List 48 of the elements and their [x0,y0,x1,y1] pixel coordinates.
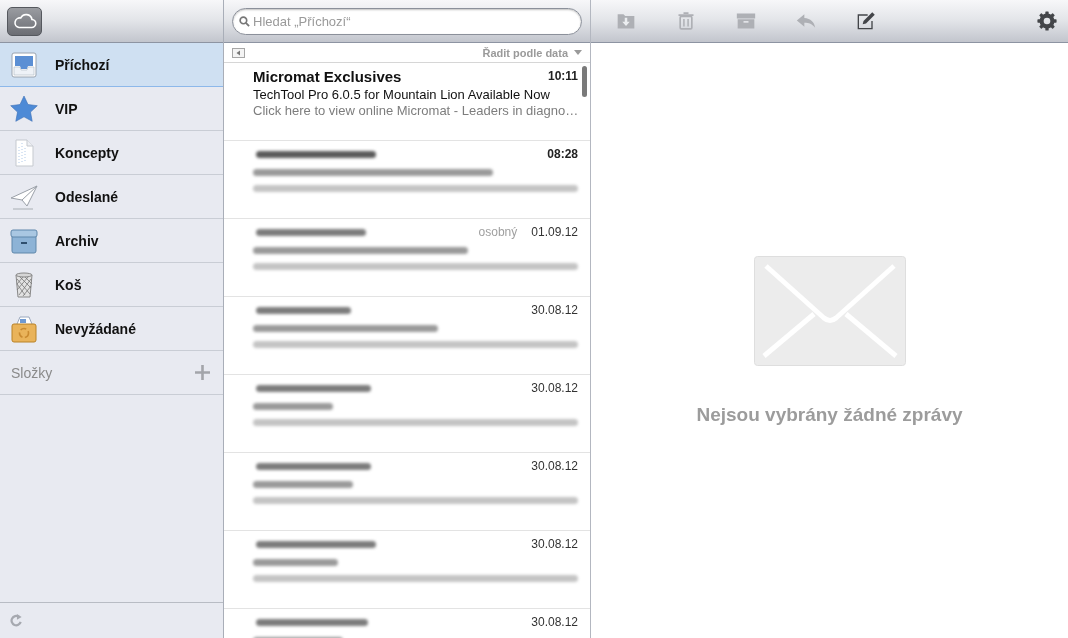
storage-box-icon [9,226,39,255]
message-row[interactable]: 30.08.12 [224,375,590,453]
message-row[interactable]: 30.08.12 [224,531,590,609]
inbox-tray-icon [9,50,39,79]
cloud-button[interactable] [7,6,42,36]
message-row[interactable]: 30.08.12 [224,453,590,531]
scroll-indicator [582,66,587,97]
message-row[interactable]: 08:28 [224,141,590,219]
sidebar-item[interactable]: Koncepty [0,131,223,175]
sidebar-item[interactable]: Koš [0,263,223,307]
message-time: 30.08.12 [531,537,578,551]
compose-icon [856,11,876,31]
caret-icon [574,50,582,55]
junk-box-icon [9,314,39,343]
trash-icon [676,11,696,31]
message-subject: TechTool Pro 6.0.5 for Mountain Lion Available Now [253,86,550,102]
sidebar-item[interactable]: Odeslané [0,175,223,219]
sidebar-item[interactable]: VIP [0,87,223,131]
message-time: 30.08.12 [531,459,578,473]
add-icon[interactable] [195,365,210,380]
collapse-icon[interactable] [232,47,245,58]
message-time: 30.08.12 [531,303,578,317]
search-icon [239,15,250,27]
search-field[interactable]: Hledat „Příchozí“ [232,7,582,35]
section-header: Složky [11,364,54,381]
message-row[interactable]: osobný 01.09.12 [224,219,590,297]
sidebar-item[interactable]: Archiv [0,219,223,263]
message-time: 30.08.12 [531,615,578,629]
star-icon [9,94,39,123]
message-row[interactable]: 30.08.12 [224,297,590,375]
sidebar-item[interactable]: Nevyžádané [0,307,223,351]
box-icon [736,11,756,31]
envelope-icon [753,255,906,366]
paper-plane-icon [9,182,39,211]
cloud-icon [12,13,37,29]
folder-arrow-icon [616,11,636,31]
settings-icon [1037,11,1057,31]
message-sender: Micromat Exclusives [253,67,403,85]
refresh-icon[interactable] [10,614,23,627]
message-time: 30.08.12 [531,381,578,395]
sidebar-item[interactable]: Příchozí [0,43,223,87]
message-preview: Click here to view online Micromat - Leaders in diagno… [253,102,579,118]
message-time: 01.09.12 [531,225,578,239]
message-tag: osobný [478,225,518,239]
message-time: 10:11 [547,69,578,83]
message-row[interactable]: 30.08.12 [224,609,590,638]
empty-state-message: Nejsou vybrány žádné zprávy [696,403,963,426]
message-time: 08:28 [547,147,578,161]
